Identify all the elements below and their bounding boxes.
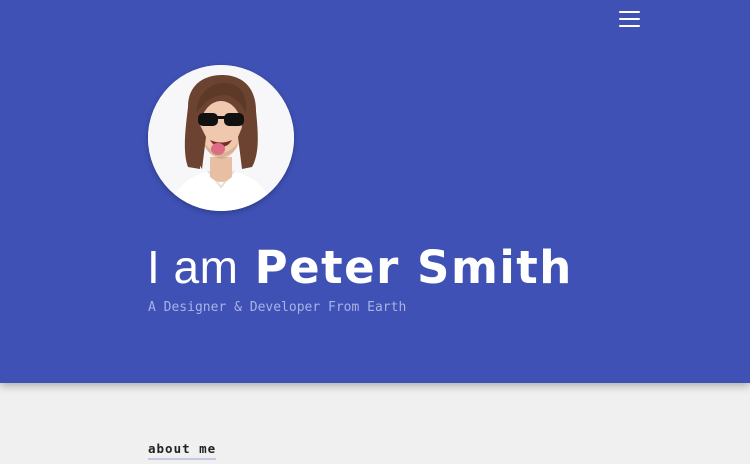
avatar [148, 65, 294, 211]
hamburger-menu-icon[interactable] [617, 9, 643, 29]
about-section-title: about me [148, 441, 217, 460]
hero-name: Peter Smith [254, 241, 573, 294]
hero-section: I am Peter Smith A Designer & Developer … [0, 0, 750, 383]
hero-greeting: I am [147, 241, 239, 293]
hero-tagline: A Designer & Developer From Earth [148, 300, 407, 315]
hero-headline: I am Peter Smith [147, 238, 573, 297]
